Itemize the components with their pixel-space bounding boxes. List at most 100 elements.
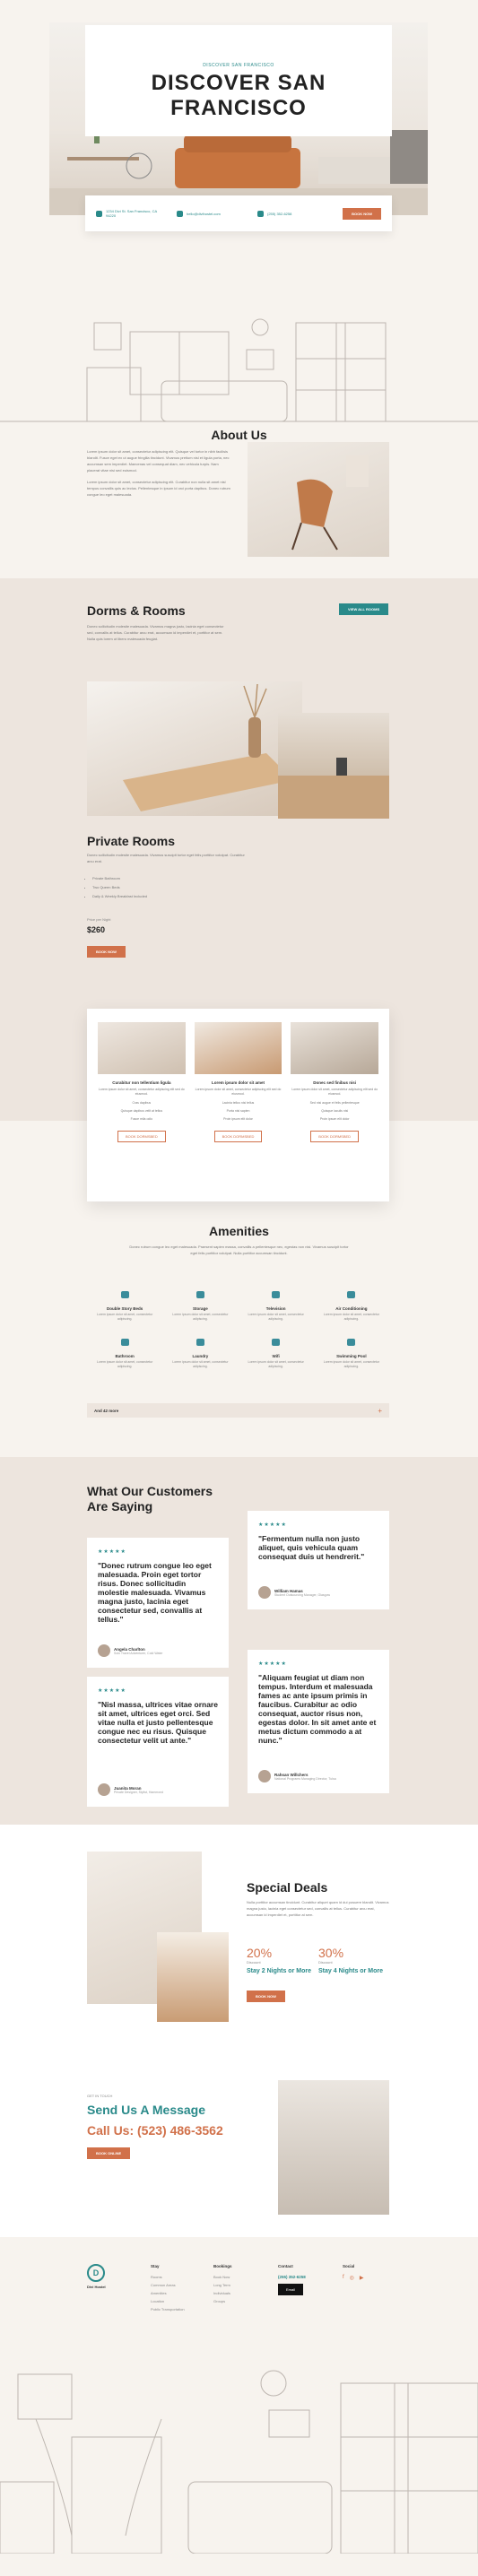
footer-email-button[interactable]: Email [278,2284,304,2295]
private-room-book-button[interactable]: BOOK NOW [87,946,126,958]
room-card-feature: Cras dapibus [132,1101,152,1105]
deal-label: Discount [318,1960,333,1965]
testimonial-author: Angela Charlton Solo Travel Adventurer, C… [98,1644,163,1657]
mail-icon [177,210,183,217]
deals-book-button[interactable]: BOOK NOW [247,1991,285,2002]
room-card-feature: Lacinia tellus nisi tellus [222,1101,255,1105]
about-chair-photo [248,442,389,557]
deal-offer: 30% Discount Stay 4 Nights or More [318,1946,390,1975]
phone-icon [257,210,264,217]
footer-brand[interactable]: D Divi Hostel [87,2264,106,2289]
amenity-item: Bathroom Lorem ipsum dolor sit amet, cons… [87,1334,162,1369]
testimonials-section: What Our Customers Are Saying ★★★★★ "Don… [0,1457,478,1825]
address-text: 1234 Divi St. San Francisco, CA 94220 [105,209,157,218]
book-now-button[interactable]: BOOK NOW [343,207,381,220]
room-card-photo [98,1022,186,1074]
map-pin-icon [96,210,102,217]
amenity-item: Wifi Lorem ipsum dolor sit amet, consecte… [239,1334,314,1369]
social-icons: f ◎ ▶ [343,2275,364,2281]
tv-icon [272,1291,281,1298]
feature-item: Two Queen Beds [92,883,147,892]
dining-table-illustration [123,683,293,811]
private-rooms-desc: Donec sollicitudin molestie malesuada. V… [87,853,245,863]
deal-percent: 30% [318,1946,344,1960]
room-card-desc: Lorem ipsum dolor sit amet, consectetur … [98,1088,185,1096]
chair-illustration [291,455,369,551]
feature-item: Private Bathroom [92,874,147,883]
footer-link[interactable]: Groups [213,2299,232,2303]
footer-link[interactable]: Common Areas [151,2283,185,2287]
rating-stars: ★★★★★ [98,1688,126,1694]
footer-link[interactable]: Individuals [213,2291,232,2295]
room-card-feature: Proin ipsum elit dolor [223,1117,253,1121]
amenities-grid: Double Story Beds Lorem ipsum dolor sit a… [87,1287,389,1369]
amenity-title: Wifi [272,1354,280,1358]
amenities-more-toggle[interactable]: And 42 more + [87,1403,389,1418]
testimonial-author: Rahsan Willchers National Programs Managi… [258,1770,336,1782]
amenities-intro: Donec rutrum congue leo eget malesuada. … [129,1245,349,1255]
footer-link[interactable]: Book Now [213,2275,232,2279]
footer-link[interactable]: Long Term [213,2283,232,2287]
rating-stars: ★★★★★ [98,1549,126,1555]
room-card-feature: Quisque iaculis nisi [321,1109,349,1113]
phone-info[interactable]: (255) 352-6258 [257,210,329,217]
phone-text: (255) 352-6258 [267,211,292,216]
room-card-desc: Lorem ipsum dolor sit amet, consectetur … [291,1088,378,1096]
amenity-desc: Lorem ipsum dolor sit amet, consectetur … [172,1360,229,1368]
instagram-icon[interactable]: ◎ [350,2275,354,2281]
about-section: About Us Lorem ipsum dolor sit amet, con… [0,260,478,578]
avatar [258,1586,271,1599]
hero-eyebrow: DISCOVER SAN FRANCISCO [203,63,274,68]
amenity-title: Swimming Pool [336,1354,367,1358]
amenities-title: Amenities [209,1224,269,1238]
footer-col-title: Contact [278,2264,293,2268]
footer-col-social: Social f ◎ ▶ [343,2264,364,2281]
footer-link[interactable]: Rooms [151,2275,185,2279]
footer-col-bookings: Bookings Book Now Long Term Individuals … [213,2264,232,2307]
contact-eyebrow: GET IN TOUCH [87,2094,113,2098]
room-card-book-button[interactable]: BOOK DORMSBED [117,1131,166,1142]
testimonial-card: ★★★★★ "Aliquam feugiat ut diam non tempu… [248,1650,389,1793]
room-card-feature: Fusce mila odio [130,1117,153,1121]
youtube-icon[interactable]: ▶ [360,2275,364,2281]
facebook-icon[interactable]: f [343,2275,344,2281]
bed-icon [120,1291,129,1298]
air-conditioning-icon [347,1291,356,1298]
plus-icon: + [378,1406,382,1415]
dorms-title: Dorms & Rooms [87,603,186,618]
footer-col-title: Stay [151,2264,160,2268]
about-paragraph: Lorem ipsum dolor sit amet, consectetur … [87,480,230,497]
deal-percent: 20% [247,1946,273,1960]
room-card-title: Lorem ipsum dolor sit amet [212,1080,265,1085]
room-card-book-button[interactable]: BOOK DORMSBED [310,1131,360,1142]
testimonial-quote: "Nisl massa, ultrices vitae ornare sit a… [98,1700,218,1745]
footer-link[interactable]: Amenities [151,2291,185,2295]
deals-plant-photo [157,1932,229,2022]
hero-title-line: FRANCISCO [170,95,307,120]
hero-title: DISCOVER SAN FRANCISCO [85,71,392,120]
view-all-rooms-button[interactable]: VIEW ALL ROOMS [339,603,389,615]
storage-icon [196,1291,204,1298]
price-value: $260 [87,925,106,934]
rating-stars: ★★★★★ [258,1661,287,1667]
room-card-title: Curabitur non tellentium ligula [112,1080,171,1085]
about-paragraph: Lorem ipsum dolor sit amet, consectetur … [87,449,230,473]
footer-col-contact: Contact (255) 352-6258 Email [278,2264,306,2295]
footer-phone[interactable]: (255) 352-6258 [278,2275,306,2279]
room-card-book-button[interactable]: BOOK DORMSBED [213,1131,263,1142]
amenity-item: Storage Lorem ipsum dolor sit amet, conse… [162,1287,238,1322]
pool-icon [347,1339,356,1346]
avatar [98,1644,110,1657]
author-role: Student Outsourcing Manager, Glasgow [274,1592,331,1597]
room-cards-panel: Curabitur non tellentium ligula Lorem ip… [87,1009,389,1201]
book-online-button[interactable]: BOOK ONLINE [87,2147,131,2159]
footer-link[interactable]: Location [151,2299,185,2303]
amenity-item: Double Story Beds Lorem ipsum dolor sit a… [87,1287,162,1322]
footer-col-title: Social [343,2264,355,2268]
rating-stars: ★★★★★ [258,1522,287,1528]
footer-link[interactable]: Public Transportation [151,2307,185,2311]
amenity-desc: Lorem ipsum dolor sit amet, consectetur … [97,1360,153,1368]
contact-phone[interactable]: Call Us: (523) 486-3562 [87,2123,223,2138]
bed-illustration [278,758,389,819]
email-info[interactable]: hello@divihostel.com [177,210,248,217]
